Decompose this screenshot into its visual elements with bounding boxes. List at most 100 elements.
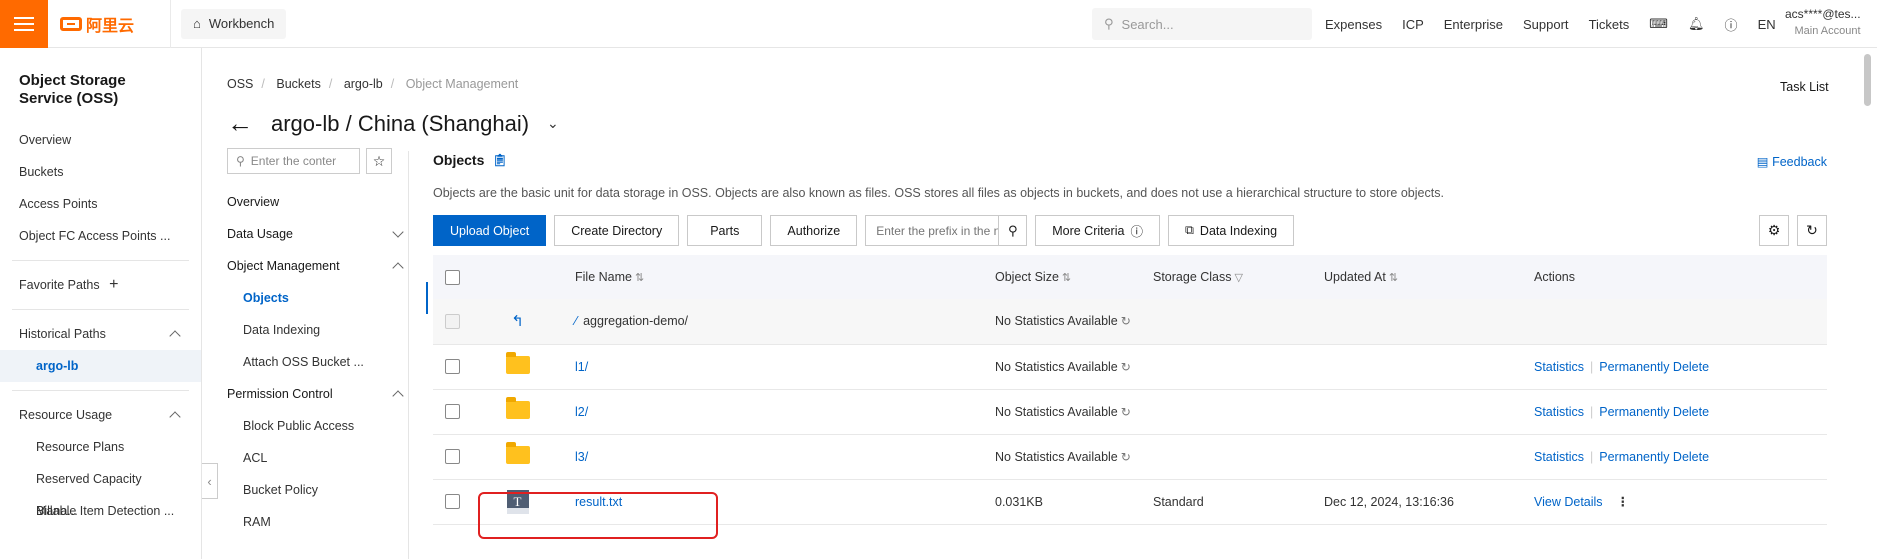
col-storage-class[interactable]: Storage Class [1153,270,1232,284]
permanently-delete-link[interactable]: Permanently Delete [1599,405,1709,419]
nav-ram[interactable]: RAM [227,506,412,538]
refresh-icon[interactable]: ↻ [1121,360,1131,374]
favorite-label: Favorite Paths [19,278,100,292]
menu-icon[interactable] [0,0,48,48]
help-icon[interactable]: ⓘ [1725,15,1738,34]
data-indexing-button[interactable]: ⧉ Data Indexing [1167,215,1295,246]
col-updated-at[interactable]: Updated At [1324,270,1386,284]
star-icon[interactable]: ☆ [366,148,392,174]
sidebar-item-argo-lb[interactable]: argo-lb [0,350,201,382]
parent-folder-name[interactable]: aggregation-demo/ [583,314,688,328]
task-list-link[interactable]: Task List [1780,80,1829,94]
sort-icon[interactable]: ⇅ [635,272,644,284]
breadcrumb-oss[interactable]: OSS [227,77,253,91]
refresh-icon[interactable]: ↻ [1797,215,1827,246]
refresh-icon[interactable]: ↻ [1121,314,1131,328]
sidebar-item-billable-detection[interactable]: Billable Item Detection ... [0,495,201,527]
sidebar-group-resource-usage[interactable]: Resource Usage [0,399,201,431]
aliyun-logo[interactable]: 阿里云 [60,12,170,36]
language-switch[interactable]: EN [1758,17,1776,32]
nav-group-permission-control[interactable]: Permission Control [227,378,412,410]
col-file-name[interactable]: File Name [575,270,632,284]
file-name-link[interactable]: l3/ [575,450,588,464]
account-menu[interactable]: acs****@tes... Main Account [1785,6,1861,40]
back-icon[interactable]: ↰ [460,299,575,344]
bell-icon[interactable]: 🔔︎ [1688,16,1705,32]
row-checkbox[interactable] [445,449,460,465]
nav-expenses[interactable]: Expenses [1325,17,1382,32]
chevron-down-icon[interactable]: ⌄ [547,115,559,132]
nav-bucket-policy[interactable]: Bucket Policy [227,474,412,506]
sidebar-item-access-points[interactable]: Access Points [0,188,201,220]
sidebar-group-historical[interactable]: Historical Paths [0,318,201,350]
nav-enterprise[interactable]: Enterprise [1444,17,1503,32]
file-name-link[interactable]: l2/ [575,405,588,419]
sidebar-item-reserved-capacity[interactable]: Reserved Capacity Mana... [0,463,201,518]
breadcrumb-bucket[interactable]: argo-lb [344,77,383,91]
file-name-link[interactable]: l1/ [575,360,588,374]
create-directory-button[interactable]: Create Directory [554,215,680,246]
sidebar-item-fc-access-points[interactable]: Object FC Access Points ... [0,220,201,252]
feedback-link[interactable]: ▤ Feedback [1757,154,1827,169]
updated-at [1324,434,1534,479]
settings-icon[interactable]: ⚙ [1759,215,1789,246]
bucket-nav: ⚲ Enter the conter ☆ Overview Data Usage… [227,148,428,538]
refresh-icon[interactable]: ↻ [1121,450,1131,464]
row-checkbox[interactable] [445,359,460,375]
table-row-parent[interactable]: ↰ ⁄ aggregation-demo/ No Statistics Avail… [433,299,1827,344]
nav-support[interactable]: Support [1523,17,1569,32]
select-all-checkbox[interactable] [445,269,460,285]
authorize-button[interactable]: Authorize [770,215,858,246]
feedback-label: Feedback [1772,155,1827,169]
refresh-icon[interactable]: ↻ [1121,405,1131,419]
nav-block-public-access[interactable]: Block Public Access [227,410,412,442]
nav-attach-bucket[interactable]: Attach OSS Bucket ... [227,346,412,378]
view-details-link[interactable]: View Details [1534,495,1603,509]
table-row[interactable]: l1/ No Statistics Available ↻ Statistics |… [433,344,1827,389]
nav-objects[interactable]: Objects [227,282,428,314]
row-checkbox[interactable] [445,494,460,510]
upload-object-button[interactable]: Upload Object [433,215,547,246]
nav-tickets[interactable]: Tickets [1589,17,1630,32]
sidebar-item-favorite-paths[interactable]: Favorite Paths + [0,269,201,301]
sort-icon[interactable]: ⇅ [1062,272,1071,284]
row-checkbox[interactable] [445,404,460,420]
menu-search-input[interactable]: ⚲ Enter the conter [227,148,360,174]
content-area: OSS / Buckets / argo-lb / Object Management… [203,48,1877,559]
more-options-icon[interactable]: ⋮ [1617,495,1630,509]
prefix-input[interactable] [866,216,999,245]
table-row[interactable]: l2/ No Statistics Available ↻ Statistics |… [433,389,1827,434]
permanently-delete-link[interactable]: Permanently Delete [1599,450,1709,464]
global-search[interactable]: ⚲ Search... [1092,8,1312,40]
sort-icon[interactable]: ⇅ [1389,272,1398,284]
back-arrow-icon[interactable]: ← [227,108,253,139]
search-icon[interactable]: ⚲ [998,216,1026,245]
permanently-delete-link[interactable]: Permanently Delete [1599,360,1709,374]
table-row[interactable]: l3/ No Statistics Available ↻ Statistics |… [433,434,1827,479]
sidebar-item-resource-plans[interactable]: Resource Plans [0,431,201,463]
statistics-link[interactable]: Statistics [1534,360,1584,374]
clipboard-icon[interactable]: 📋︎ [492,153,507,167]
filter-icon[interactable]: ▽ [1235,272,1243,284]
parts-button[interactable]: Parts [687,215,763,246]
nav-acl[interactable]: ACL [227,442,412,474]
nav-icp[interactable]: ICP [1402,17,1424,32]
page-header: ← argo-lb / China (Shanghai) ⌄ [227,108,559,139]
more-criteria-button[interactable]: More Criteria ⓘ [1035,215,1160,246]
terminal-icon[interactable]: ⌨ [1649,16,1668,32]
breadcrumb-buckets[interactable]: Buckets [276,77,320,91]
workbench-button[interactable]: ⌂ Workbench [181,8,287,39]
col-object-size[interactable]: Object Size [995,270,1059,284]
statistics-link[interactable]: Statistics [1534,450,1584,464]
sidebar-item-overview[interactable]: Overview [0,124,201,156]
add-icon[interactable]: + [109,276,118,293]
col-actions: Actions [1534,270,1575,284]
updated-at: Dec 12, 2024, 13:16:36 [1324,494,1454,509]
statistics-link[interactable]: Statistics [1534,405,1584,419]
logo-text: 阿里云 [86,17,135,35]
nav-group-data-usage[interactable]: Data Usage [227,218,412,250]
nav-overview[interactable]: Overview [227,186,412,218]
nav-data-indexing[interactable]: Data Indexing [227,314,412,346]
nav-group-object-management[interactable]: Object Management [227,250,412,282]
sidebar-item-buckets[interactable]: Buckets [0,156,201,188]
